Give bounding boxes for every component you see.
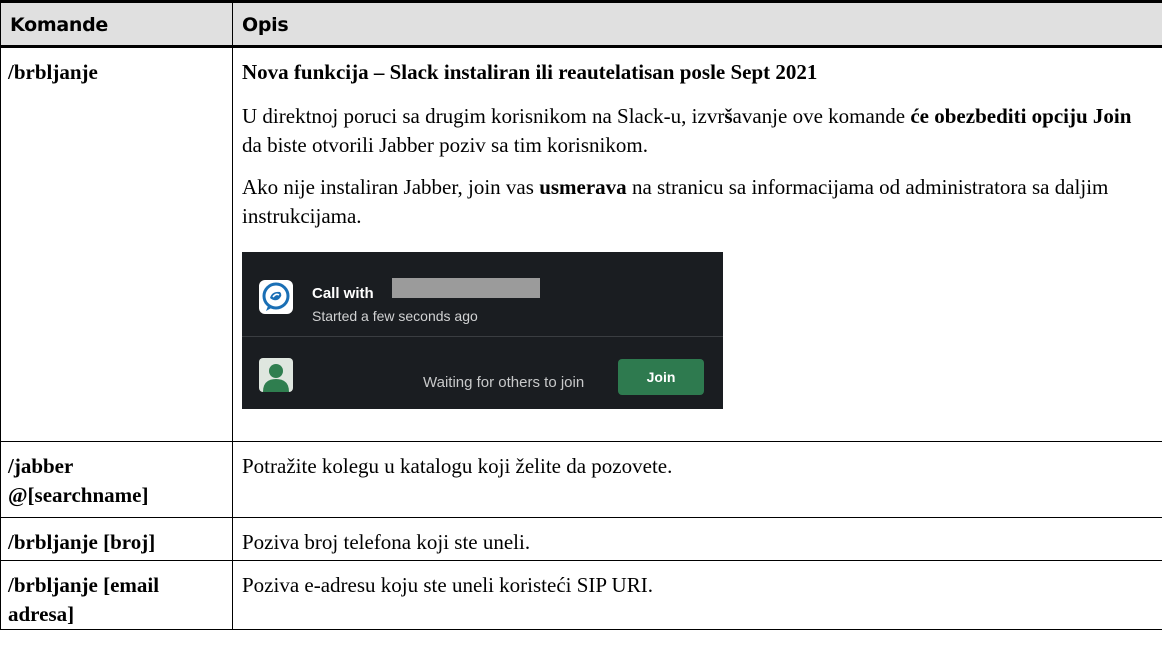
join-button[interactable]: Join xyxy=(618,359,704,395)
description-cell: Poziva broj telefona koji ste uneli. xyxy=(232,517,1162,561)
table-row: /brbljanje Nova funkcija – Slack instali… xyxy=(0,46,1162,442)
description-cell: Nova funkcija – Slack instaliran ili rea… xyxy=(232,46,1162,442)
jabber-logo-icon xyxy=(259,280,293,314)
table-row: /brbljanje [email adresa] Poziva e-adres… xyxy=(0,560,1162,630)
command-cell: /brbljanje xyxy=(0,46,233,442)
command-cell: /brbljanje [broj] xyxy=(0,517,233,561)
slack-call-card: Call with Started a few seconds ago Wait… xyxy=(242,252,723,409)
header-description: Opis xyxy=(232,0,1162,48)
commands-table: Komande Opis /brbljanje Nova funkcija – … xyxy=(0,0,1162,630)
description-cell: Potražite kolegu u katalogu koji želite … xyxy=(232,441,1162,518)
header-commands: Komande xyxy=(0,0,233,48)
redacted-name xyxy=(392,278,540,298)
call-subtitle: Started a few seconds ago xyxy=(312,308,478,324)
description-paragraph: U direktnoj poruci sa drugim korisnikom … xyxy=(242,104,1132,157)
waiting-text: Waiting for others to join xyxy=(423,374,585,391)
description-cell: Poziva e-adresu koju ste uneli koristeći… xyxy=(232,560,1162,630)
avatar xyxy=(259,358,293,392)
table-row: /jabber @[searchname] Potražite kolegu u… xyxy=(0,441,1162,518)
command-cell: /jabber @[searchname] xyxy=(0,441,233,518)
table-header-row: Komande Opis xyxy=(0,0,1162,48)
table-row: /brbljanje [broj] Poziva broj telefona k… xyxy=(0,517,1162,561)
divider xyxy=(242,336,723,337)
command-cell: /brbljanje [email adresa] xyxy=(0,560,233,630)
feature-title: Nova funkcija – Slack instaliran ili rea… xyxy=(242,60,818,84)
description-paragraph: Ako nije instaliran Jabber, join vas usm… xyxy=(242,175,1109,228)
